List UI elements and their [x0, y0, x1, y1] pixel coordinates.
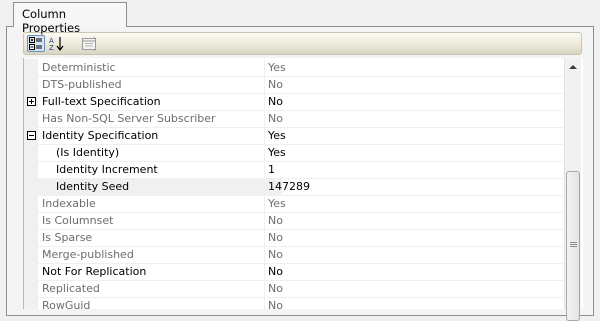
property-name: Replicated: [42, 282, 100, 295]
scroll-up-arrow-icon[interactable]: [569, 65, 577, 69]
property-value[interactable]: No: [268, 282, 283, 295]
property-row[interactable]: Indexable Yes: [24, 195, 565, 213]
column-divider: [264, 144, 265, 161]
property-name: Not For Replication: [42, 265, 147, 278]
property-row[interactable]: Merge-published No: [24, 246, 565, 264]
property-row[interactable]: Identity Seed 147289: [24, 178, 565, 196]
property-name: Identity Specification: [42, 129, 159, 142]
property-name: Has Non-SQL Server Subscriber: [42, 112, 216, 125]
property-value[interactable]: 1: [268, 163, 275, 176]
property-name: Identity Seed: [38, 178, 282, 195]
property-row[interactable]: Deterministic Yes: [24, 59, 565, 77]
property-pages-button[interactable]: [80, 35, 98, 52]
column-divider: [264, 59, 265, 76]
row-gutter: [24, 280, 38, 297]
row-gutter: [24, 212, 38, 229]
property-value[interactable]: No: [268, 231, 283, 244]
tab-column-properties[interactable]: Column Properties: [13, 2, 127, 35]
column-divider: [264, 246, 265, 263]
column-divider: [264, 297, 265, 309]
property-value[interactable]: No: [268, 112, 283, 125]
row-gutter: [24, 144, 38, 161]
property-name: Full-text Specification: [42, 95, 161, 108]
grip-line: [570, 246, 577, 247]
property-row[interactable]: Has Non-SQL Server Subscriber No: [24, 110, 565, 128]
categorized-icon: [29, 37, 42, 50]
row-gutter: [24, 229, 38, 246]
column-divider: [264, 161, 265, 178]
column-divider: [264, 110, 265, 127]
column-divider: [264, 212, 265, 229]
property-name: Deterministic: [42, 61, 116, 74]
property-row[interactable]: Is Columnset No: [24, 212, 565, 230]
column-divider: [264, 229, 265, 246]
property-name: Is Sparse: [42, 231, 93, 244]
property-value[interactable]: No: [268, 299, 283, 309]
property-value[interactable]: No: [268, 95, 283, 108]
property-value[interactable]: No: [268, 214, 283, 227]
row-gutter: [24, 263, 38, 280]
property-value[interactable]: Yes: [268, 61, 286, 74]
row-gutter: [24, 297, 38, 309]
property-row[interactable]: Full-text Specification No: [24, 93, 565, 111]
scrollbar-thumb[interactable]: [566, 171, 580, 321]
column-divider: [264, 178, 265, 195]
property-value[interactable]: No: [268, 248, 283, 261]
property-name: Is Columnset: [42, 214, 114, 227]
property-row[interactable]: (Is Identity) Yes: [24, 144, 565, 162]
property-name: Identity Increment: [56, 163, 158, 176]
alphabetical-button[interactable]: A Z: [48, 35, 66, 52]
properties-toolbar: A Z: [23, 32, 582, 55]
property-value[interactable]: Yes: [268, 197, 286, 210]
column-divider: [264, 280, 265, 297]
property-row[interactable]: Not For Replication No: [24, 263, 565, 281]
property-value[interactable]: No: [268, 265, 283, 278]
property-value[interactable]: 147289: [268, 180, 310, 193]
categorized-button[interactable]: [27, 35, 45, 52]
collapse-minus-icon[interactable]: [27, 131, 36, 140]
svg-text:Z: Z: [49, 44, 54, 51]
property-row[interactable]: Identity Increment 1: [24, 161, 565, 179]
property-row[interactable]: Identity Specification Yes: [24, 127, 565, 145]
property-name: DTS-published: [42, 78, 122, 91]
property-value[interactable]: No: [268, 78, 283, 91]
alphabetical-sort-icon: A Z: [49, 37, 64, 51]
property-row[interactable]: Replicated No: [24, 280, 565, 298]
row-gutter: [24, 59, 38, 76]
grip-line: [570, 242, 577, 243]
column-divider: [264, 263, 265, 280]
property-name: (Is Identity): [56, 146, 120, 159]
property-pages-icon: [82, 37, 96, 50]
row-gutter: [24, 110, 38, 127]
row-gutter: [24, 76, 38, 93]
expand-plus-icon[interactable]: [27, 97, 36, 106]
property-row[interactable]: Is Sparse No: [24, 229, 565, 247]
vertical-scrollbar[interactable]: [564, 58, 581, 321]
row-gutter: [24, 246, 38, 263]
column-divider: [264, 127, 265, 144]
column-divider: [264, 195, 265, 212]
grip-line: [570, 244, 577, 245]
property-value[interactable]: Yes: [268, 146, 286, 159]
row-gutter: [24, 161, 38, 178]
property-row[interactable]: DTS-published No: [24, 76, 565, 94]
property-name: Merge-published: [42, 248, 134, 261]
column-divider: [264, 93, 265, 110]
property-value[interactable]: Yes: [268, 129, 286, 142]
property-name: RowGuid: [42, 299, 91, 309]
row-gutter: [24, 178, 38, 195]
property-row[interactable]: RowGuid No: [24, 297, 565, 309]
property-name: Indexable: [42, 197, 96, 210]
row-gutter: [24, 195, 38, 212]
column-divider: [264, 76, 265, 93]
property-grid: Deterministic Yes DTS-published No Full-text…: [23, 58, 583, 309]
